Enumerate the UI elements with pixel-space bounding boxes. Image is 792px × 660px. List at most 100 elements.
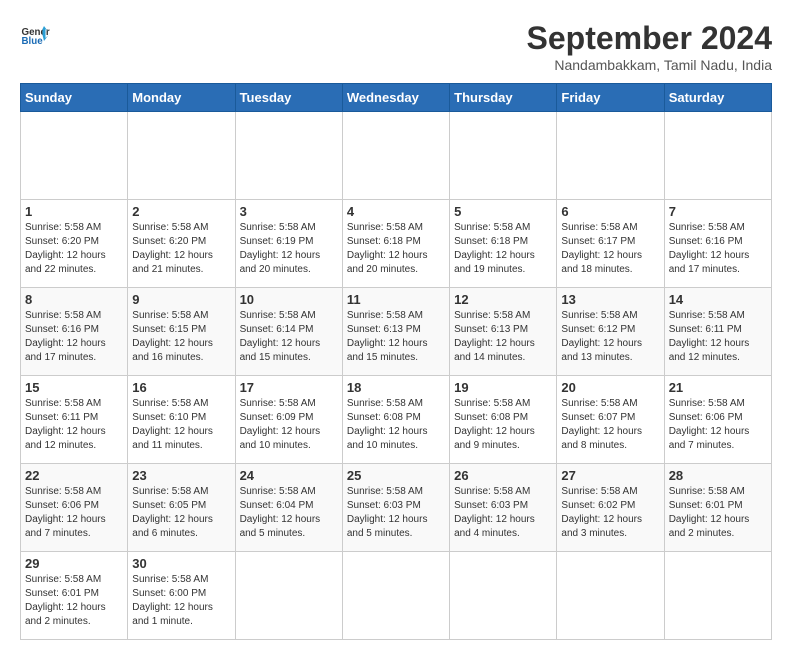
day-cell: 23Sunrise: 5:58 AM Sunset: 6:05 PM Dayli… — [128, 464, 235, 552]
day-info: Sunrise: 5:58 AM Sunset: 6:09 PM Dayligh… — [240, 397, 338, 453]
day-info: Sunrise: 5:58 AM Sunset: 6:06 PM Dayligh… — [669, 397, 767, 453]
day-number: 10 — [240, 292, 338, 307]
day-info: Sunrise: 5:58 AM Sunset: 6:12 PM Dayligh… — [561, 309, 659, 365]
week-row-3: 8 Sunrise: 5:58 AM Sunset: 6:16 PM Daylig… — [21, 288, 772, 376]
day-number: 14 — [669, 292, 767, 307]
day-number: 13 — [561, 292, 659, 307]
day-cell: 22Sunrise: 5:58 AM Sunset: 6:06 PM Dayli… — [21, 464, 128, 552]
day-info: Sunrise: 5:58 AM Sunset: 6:17 PM Dayligh… — [561, 221, 659, 277]
day-info: Sunrise: 5:58 AM Sunset: 6:08 PM Dayligh… — [454, 397, 552, 453]
day-info: Sunrise: 5:58 AM Sunset: 6:01 PM Dayligh… — [669, 485, 767, 541]
day-number: 3 — [240, 204, 338, 219]
day-info: Sunrise: 5:58 AM Sunset: 6:00 PM Dayligh… — [132, 573, 230, 629]
day-cell: 10 Sunrise: 5:58 AM Sunset: 6:14 PM Dayli… — [235, 288, 342, 376]
calendar-table: SundayMondayTuesdayWednesdayThursdayFrid… — [20, 83, 772, 640]
day-cell: 18 Sunrise: 5:58 AM Sunset: 6:08 PM Dayli… — [342, 376, 449, 464]
week-row-5: 22Sunrise: 5:58 AM Sunset: 6:06 PM Dayli… — [21, 464, 772, 552]
col-header-friday: Friday — [557, 84, 664, 112]
day-cell: 26Sunrise: 5:58 AM Sunset: 6:03 PM Dayli… — [450, 464, 557, 552]
month-year-title: September 2024 — [527, 20, 772, 57]
day-info: Sunrise: 5:58 AM Sunset: 6:18 PM Dayligh… — [347, 221, 445, 277]
day-info: Sunrise: 5:58 AM Sunset: 6:07 PM Dayligh… — [561, 397, 659, 453]
day-cell: 16 Sunrise: 5:58 AM Sunset: 6:10 PM Dayli… — [128, 376, 235, 464]
day-number: 28 — [669, 468, 767, 483]
day-cell: 9 Sunrise: 5:58 AM Sunset: 6:15 PM Daylig… — [128, 288, 235, 376]
day-cell — [21, 112, 128, 200]
day-number: 1 — [25, 204, 123, 219]
day-cell: 19 Sunrise: 5:58 AM Sunset: 6:08 PM Dayli… — [450, 376, 557, 464]
day-info: Sunrise: 5:58 AM Sunset: 6:05 PM Dayligh… — [132, 485, 230, 541]
week-row-2: 1 Sunrise: 5:58 AM Sunset: 6:20 PM Daylig… — [21, 200, 772, 288]
day-cell — [235, 552, 342, 640]
col-header-wednesday: Wednesday — [342, 84, 449, 112]
day-cell: 11Sunrise: 5:58 AM Sunset: 6:13 PM Dayli… — [342, 288, 449, 376]
day-info: Sunrise: 5:58 AM Sunset: 6:11 PM Dayligh… — [669, 309, 767, 365]
day-cell — [557, 112, 664, 200]
logo: General Blue — [20, 20, 50, 50]
day-number: 8 — [25, 292, 123, 307]
week-row-4: 15 Sunrise: 5:58 AM Sunset: 6:11 PM Dayli… — [21, 376, 772, 464]
day-info: Sunrise: 5:58 AM Sunset: 6:15 PM Dayligh… — [132, 309, 230, 365]
day-number: 9 — [132, 292, 230, 307]
day-number: 30 — [132, 556, 230, 571]
day-cell: 3Sunrise: 5:58 AM Sunset: 6:19 PM Daylig… — [235, 200, 342, 288]
day-cell: 17 Sunrise: 5:58 AM Sunset: 6:09 PM Dayli… — [235, 376, 342, 464]
day-number: 25 — [347, 468, 445, 483]
day-number: 15 — [25, 380, 123, 395]
svg-text:Blue: Blue — [22, 36, 44, 47]
day-cell: 25Sunrise: 5:58 AM Sunset: 6:03 PM Dayli… — [342, 464, 449, 552]
day-cell — [450, 112, 557, 200]
day-info: Sunrise: 5:58 AM Sunset: 6:18 PM Dayligh… — [454, 221, 552, 277]
day-cell: 6 Sunrise: 5:58 AM Sunset: 6:17 PM Daylig… — [557, 200, 664, 288]
day-number: 17 — [240, 380, 338, 395]
day-cell: 12Sunrise: 5:58 AM Sunset: 6:13 PM Dayli… — [450, 288, 557, 376]
col-header-tuesday: Tuesday — [235, 84, 342, 112]
week-row-6: 29Sunrise: 5:58 AM Sunset: 6:01 PM Dayli… — [21, 552, 772, 640]
day-number: 5 — [454, 204, 552, 219]
day-cell: 1 Sunrise: 5:58 AM Sunset: 6:20 PM Daylig… — [21, 200, 128, 288]
day-cell — [664, 112, 771, 200]
day-info: Sunrise: 5:58 AM Sunset: 6:01 PM Dayligh… — [25, 573, 123, 629]
day-info: Sunrise: 5:58 AM Sunset: 6:13 PM Dayligh… — [347, 309, 445, 365]
day-cell: 7Sunrise: 5:58 AM Sunset: 6:16 PM Daylig… — [664, 200, 771, 288]
day-cell: 14 Sunrise: 5:58 AM Sunset: 6:11 PM Dayli… — [664, 288, 771, 376]
day-cell: 24Sunrise: 5:58 AM Sunset: 6:04 PM Dayli… — [235, 464, 342, 552]
day-number: 19 — [454, 380, 552, 395]
day-info: Sunrise: 5:58 AM Sunset: 6:06 PM Dayligh… — [25, 485, 123, 541]
day-number: 2 — [132, 204, 230, 219]
col-header-saturday: Saturday — [664, 84, 771, 112]
day-info: Sunrise: 5:58 AM Sunset: 6:14 PM Dayligh… — [240, 309, 338, 365]
day-cell — [235, 112, 342, 200]
day-cell: 30 Sunrise: 5:58 AM Sunset: 6:00 PM Dayli… — [128, 552, 235, 640]
day-cell: 13 Sunrise: 5:58 AM Sunset: 6:12 PM Dayli… — [557, 288, 664, 376]
page-header: General Blue September 2024 Nandambakkam… — [20, 20, 772, 73]
day-cell: 29Sunrise: 5:58 AM Sunset: 6:01 PM Dayli… — [21, 552, 128, 640]
day-cell: 15 Sunrise: 5:58 AM Sunset: 6:11 PM Dayli… — [21, 376, 128, 464]
day-info: Sunrise: 5:58 AM Sunset: 6:11 PM Dayligh… — [25, 397, 123, 453]
day-cell: 28 Sunrise: 5:58 AM Sunset: 6:01 PM Dayli… — [664, 464, 771, 552]
day-cell: 27Sunrise: 5:58 AM Sunset: 6:02 PM Dayli… — [557, 464, 664, 552]
day-info: Sunrise: 5:58 AM Sunset: 6:08 PM Dayligh… — [347, 397, 445, 453]
day-cell: 2Sunrise: 5:58 AM Sunset: 6:20 PM Daylig… — [128, 200, 235, 288]
days-header-row: SundayMondayTuesdayWednesdayThursdayFrid… — [21, 84, 772, 112]
day-cell: 8 Sunrise: 5:58 AM Sunset: 6:16 PM Daylig… — [21, 288, 128, 376]
day-cell — [557, 552, 664, 640]
day-number: 7 — [669, 204, 767, 219]
day-cell — [342, 112, 449, 200]
logo-icon: General Blue — [20, 20, 50, 50]
day-info: Sunrise: 5:58 AM Sunset: 6:10 PM Dayligh… — [132, 397, 230, 453]
col-header-sunday: Sunday — [21, 84, 128, 112]
week-row-1 — [21, 112, 772, 200]
day-number: 27 — [561, 468, 659, 483]
col-header-thursday: Thursday — [450, 84, 557, 112]
day-info: Sunrise: 5:58 AM Sunset: 6:13 PM Dayligh… — [454, 309, 552, 365]
col-header-monday: Monday — [128, 84, 235, 112]
day-number: 6 — [561, 204, 659, 219]
day-cell: 20Sunrise: 5:58 AM Sunset: 6:07 PM Dayli… — [557, 376, 664, 464]
day-info: Sunrise: 5:58 AM Sunset: 6:16 PM Dayligh… — [25, 309, 123, 365]
title-area: September 2024 Nandambakkam, Tamil Nadu,… — [527, 20, 772, 73]
day-info: Sunrise: 5:58 AM Sunset: 6:20 PM Dayligh… — [25, 221, 123, 277]
day-cell — [128, 112, 235, 200]
day-number: 16 — [132, 380, 230, 395]
day-number: 18 — [347, 380, 445, 395]
